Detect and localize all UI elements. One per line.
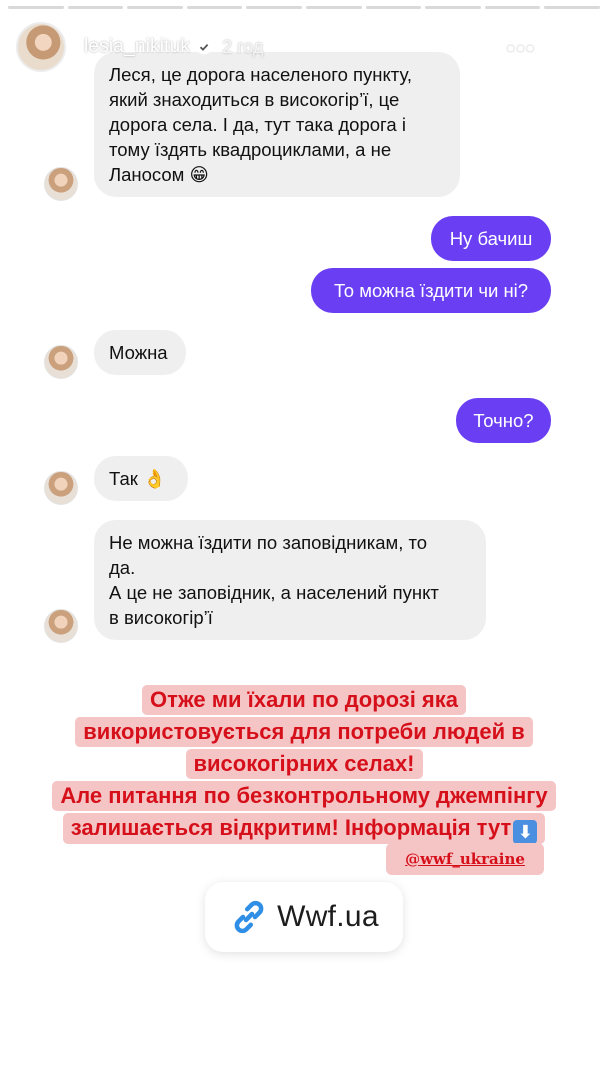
mention-sticker[interactable]: @wwf_ukraine	[386, 843, 544, 875]
progress-segment	[484, 6, 541, 9]
story-timestamp: 2 год	[222, 36, 264, 57]
story-text-overlay: Отже ми їхали по дорозі яка використовує…	[0, 684, 608, 845]
progress-segment	[544, 6, 600, 9]
outgoing-message: Точно?	[456, 398, 551, 443]
profile-avatar[interactable]	[16, 22, 66, 72]
link-icon	[229, 897, 269, 937]
overlay-text-line-label: залишається відкритим! Інформація тут	[70, 815, 512, 840]
incoming-message: Так 👌	[94, 456, 188, 501]
verified-badge-icon	[196, 39, 212, 55]
outgoing-message: То можна їздити чи ні?	[311, 268, 551, 313]
progress-segment	[67, 6, 124, 9]
incoming-message: Леся, це дорога населеного пункту, який …	[94, 52, 460, 197]
down-arrow-icon: ⬇	[513, 820, 538, 844]
link-label: Wwf.ua	[277, 900, 379, 933]
progress-segment	[425, 6, 481, 9]
progress-segment	[186, 6, 243, 9]
progress-segment	[8, 6, 64, 9]
link-sticker[interactable]: Wwf.ua	[205, 882, 403, 952]
overlay-text-line: Але питання по безконтрольному джемпінгу	[52, 781, 556, 811]
sender-avatar	[44, 471, 78, 505]
close-icon[interactable]	[558, 30, 592, 64]
sender-avatar	[44, 167, 78, 201]
story-progress-bar	[8, 6, 600, 9]
incoming-message: Не можна їздити по заповідникам, то да. …	[94, 520, 486, 640]
chat-screenshot: Леся, це дорога населеного пункту, який …	[25, 28, 561, 654]
overlay-text-line: використовується для потреби людей в	[75, 717, 533, 747]
progress-segment	[305, 6, 362, 9]
progress-segment	[365, 6, 422, 9]
story-header: lesia_nikituk 2 год •••	[16, 22, 592, 72]
progress-segment	[127, 6, 183, 9]
overlay-text-line: Отже ми їхали по дорозі яка	[141, 685, 467, 715]
overlay-text-line: залишається відкритим! Інформація тут ⬇	[62, 813, 546, 844]
outgoing-message: Ну бачиш	[431, 216, 551, 261]
sender-avatar	[44, 345, 78, 379]
overlay-text-line: високогірних селах!	[185, 749, 423, 779]
progress-segment	[246, 6, 302, 9]
incoming-message: Можна	[94, 330, 186, 375]
story-username[interactable]: lesia_nikituk	[84, 36, 190, 58]
sender-avatar	[44, 609, 78, 643]
more-options-icon[interactable]: •••	[507, 36, 536, 62]
